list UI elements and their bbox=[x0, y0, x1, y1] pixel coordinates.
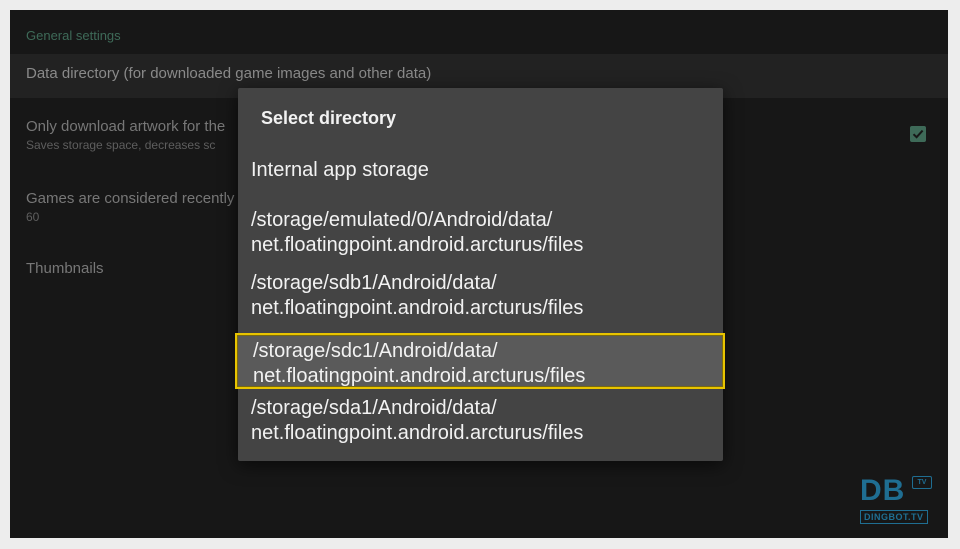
option-path-line2: net.floatingpoint.android.arcturus/files bbox=[251, 234, 584, 256]
option-path-line2: net.floatingpoint.android.arcturus/files bbox=[253, 365, 586, 387]
directory-option-sda1[interactable]: /storage/sda1/Android/data/ net.floating… bbox=[238, 396, 723, 448]
tv-screen: General settings Data directory (for dow… bbox=[10, 10, 948, 538]
dialog-title: Select directory bbox=[261, 108, 397, 128]
option-path-line1: /storage/sda1/Android/data/ bbox=[251, 397, 497, 419]
directory-option-sdb1[interactable]: /storage/sdb1/Android/data/ net.floating… bbox=[238, 271, 723, 323]
directory-option-emulated[interactable]: /storage/emulated/0/Android/data/ net.fl… bbox=[238, 208, 723, 260]
watermark-logo: DB bbox=[860, 474, 906, 507]
option-path-line2: net.floatingpoint.android.arcturus/files bbox=[251, 422, 584, 444]
option-path-line1: /storage/emulated/0/Android/data/ bbox=[251, 209, 553, 231]
option-path-line1: /storage/sdc1/Android/data/ bbox=[253, 340, 498, 362]
option-label: Internal app storage bbox=[251, 159, 429, 181]
dingbot-watermark: DB TV DINGBOT.TV bbox=[860, 476, 934, 528]
directory-option-internal[interactable]: Internal app storage bbox=[238, 158, 723, 188]
tv-icon: TV bbox=[912, 476, 932, 489]
watermark-text: DINGBOT.TV bbox=[860, 510, 928, 524]
setting-title: Data directory (for downloaded game imag… bbox=[26, 65, 432, 82]
select-directory-dialog: Select directory Internal app storage /s… bbox=[235, 88, 725, 461]
check-icon bbox=[912, 129, 924, 139]
directory-option-sdc1-selected[interactable]: /storage/sdc1/Android/data/ net.floating… bbox=[235, 333, 725, 389]
section-header-general: General settings bbox=[26, 28, 121, 43]
option-path-line1: /storage/sdb1/Android/data/ bbox=[251, 272, 497, 294]
artwork-checkbox[interactable] bbox=[910, 126, 926, 142]
option-path-line2: net.floatingpoint.android.arcturus/files bbox=[251, 297, 584, 319]
